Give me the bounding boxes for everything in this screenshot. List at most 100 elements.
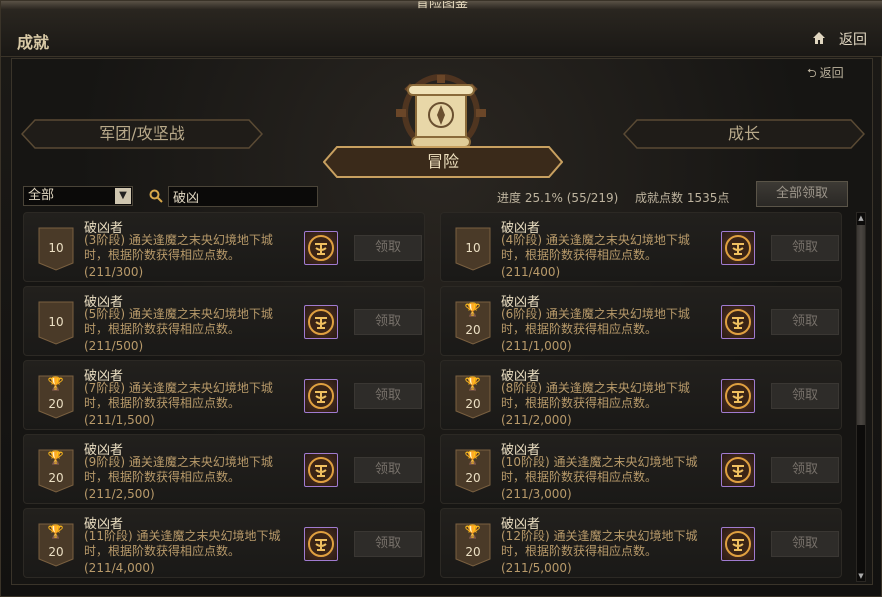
achievement-card: 🏆 20 破凶者 (11阶段) 通关逢魔之末央幻境地下城时，根据阶数获得相应点数。 (2…	[23, 508, 425, 578]
reward-emblem-icon[interactable]	[304, 527, 338, 561]
reward-emblem-icon[interactable]	[304, 231, 338, 265]
reward-emblem-icon[interactable]	[304, 379, 338, 413]
list-scrollbar[interactable]: ▲ ▼	[856, 212, 866, 582]
achievement-progress: (211/1,500)	[84, 413, 155, 427]
trophy-icon: 🏆	[47, 377, 65, 392]
points-value: 20	[465, 323, 481, 337]
achievement-desc: (9阶段) 通关逢魔之末央幻境地下城时，根据阶数获得相应点数。	[84, 455, 273, 484]
achievement-progress: (211/1,000)	[501, 339, 572, 353]
reward-emblem-icon[interactable]	[721, 379, 755, 413]
achievement-card: 🏆 20 破凶者 (12阶段) 通关逢魔之末央幻境地下城时，根据阶数获得相应点数。 (2…	[440, 508, 842, 578]
page-title: 成就	[17, 33, 50, 52]
achievement-progress: (211/400)	[501, 265, 561, 279]
points-badge: 10	[38, 301, 74, 345]
category-filter-select[interactable]: 全部 ▼	[23, 186, 133, 206]
scrollbar-thumb[interactable]	[857, 225, 865, 425]
claim-button[interactable]: 领取	[771, 235, 839, 261]
panel-back-label: 返回	[819, 66, 844, 80]
trophy-icon: 🏆	[464, 525, 482, 540]
achievement-card: 10 破凶者 (4阶段) 通关逢魔之末央幻境地下城时，根据阶数获得相应点数。 (211…	[440, 212, 842, 282]
trophy-icon: 🏆	[47, 451, 65, 466]
points-text: 成就点数 1535点	[635, 191, 730, 205]
window-titlebar[interactable]: 冒险图鉴	[1, 1, 882, 9]
search-input[interactable]	[168, 186, 318, 207]
achievement-desc: (4阶段) 通关逢魔之末央幻境地下城时，根据阶数获得相应点数。	[501, 233, 690, 262]
chevron-down-icon[interactable]: ▼	[115, 188, 131, 204]
claim-button[interactable]: 领取	[771, 457, 839, 483]
achievement-card: 🏆 20 破凶者 (6阶段) 通关逢魔之末央幻境地下城时，根据阶数获得相应点数。 (21…	[440, 286, 842, 356]
filter-selected-value: 全部	[28, 188, 55, 203]
reward-emblem-icon[interactable]	[721, 305, 755, 339]
tab-adventure[interactable]: 冒险	[323, 146, 563, 178]
trophy-icon: 🏆	[47, 525, 65, 540]
achievement-card: 🏆 20 破凶者 (8阶段) 通关逢魔之末央幻境地下城时，根据阶数获得相应点数。 (21…	[440, 360, 842, 430]
claim-button[interactable]: 领取	[354, 309, 422, 335]
achievement-desc: (7阶段) 通关逢魔之末央幻境地下城时，根据阶数获得相应点数。	[84, 381, 273, 410]
points-value: 20	[465, 545, 481, 559]
achievement-desc: (8阶段) 通关逢魔之末央幻境地下城时，根据阶数获得相应点数。	[501, 381, 690, 410]
claim-button[interactable]: 领取	[354, 531, 422, 557]
achievement-desc: (10阶段) 通关逢魔之末央幻境地下城时，根据阶数获得相应点数。	[501, 455, 698, 484]
points-badge: 10	[38, 227, 74, 271]
tab-growth[interactable]: 成长	[623, 119, 865, 149]
claim-button[interactable]: 领取	[771, 531, 839, 557]
search-icon	[149, 189, 163, 207]
claim-button[interactable]: 领取	[354, 235, 422, 261]
achievement-desc: (5阶段) 通关逢魔之末央幻境地下城时，根据阶数获得相应点数。	[84, 307, 273, 336]
panel-back-button[interactable]: ⮌ 返回	[807, 64, 844, 85]
points-value: 10	[465, 241, 481, 255]
achievement-desc: (11阶段) 通关逢魔之末央幻境地下城时，根据阶数获得相应点数。	[84, 529, 281, 558]
achievement-progress: (211/4,000)	[84, 561, 155, 575]
achievement-card: 🏆 20 破凶者 (9阶段) 通关逢魔之末央幻境地下城时，根据阶数获得相应点数。 (21…	[23, 434, 425, 504]
header-bar: 成就 返回	[1, 9, 882, 57]
tab-legion-siege-label: 军团/攻坚战	[99, 124, 185, 143]
trophy-icon: 🏆	[464, 303, 482, 318]
achievement-progress: (211/5,000)	[501, 561, 572, 575]
claim-button[interactable]: 领取	[771, 383, 839, 409]
points-badge: 10	[455, 227, 491, 271]
points-badge: 🏆 20	[455, 301, 491, 345]
home-icon[interactable]	[812, 31, 826, 45]
reward-emblem-icon[interactable]	[721, 527, 755, 561]
claim-button[interactable]: 领取	[354, 383, 422, 409]
return-arrow-icon: ⮌	[807, 66, 817, 80]
points-badge: 🏆 20	[38, 449, 74, 493]
achievement-card: 10 破凶者 (3阶段) 通关逢魔之末央幻境地下城时，根据阶数获得相应点数。 (211…	[23, 212, 425, 282]
tab-growth-label: 成长	[727, 124, 760, 143]
header-back-button[interactable]: 返回	[839, 29, 867, 49]
claim-all-button[interactable]: 全部领取	[756, 181, 848, 207]
points-badge: 🏆 20	[38, 523, 74, 567]
achievement-card: 🏆 20 破凶者 (7阶段) 通关逢魔之末央幻境地下城时，根据阶数获得相应点数。 (21…	[23, 360, 425, 430]
points-badge: 🏆 20	[38, 375, 74, 419]
claim-button[interactable]: 领取	[771, 309, 839, 335]
reward-emblem-icon[interactable]	[721, 231, 755, 265]
points-value: 20	[48, 397, 64, 411]
achievement-desc: (12阶段) 通关逢魔之末央幻境地下城时，根据阶数获得相应点数。	[501, 529, 698, 558]
reward-emblem-icon[interactable]	[721, 453, 755, 487]
achievement-card: 🏆 20 破凶者 (10阶段) 通关逢魔之末央幻境地下城时，根据阶数获得相应点数。 (2…	[440, 434, 842, 504]
points-badge: 🏆 20	[455, 523, 491, 567]
trophy-icon: 🏆	[464, 451, 482, 466]
trophy-icon: 🏆	[464, 377, 482, 392]
tab-legion-siege[interactable]: 军团/攻坚战	[21, 119, 263, 149]
achievement-desc: (3阶段) 通关逢魔之末央幻境地下城时，根据阶数获得相应点数。	[84, 233, 273, 262]
points-badge: 🏆 20	[455, 375, 491, 419]
achievement-window: 冒险图鉴 成就 返回 ⮌ 返回 军团/攻坚战 成长 冒险 全部 ▼ 破凶 进度 …	[0, 0, 882, 597]
window-title: 冒险图鉴	[415, 1, 468, 9]
scroll-down-icon[interactable]: ▼	[857, 571, 865, 581]
points-value: 20	[465, 397, 481, 411]
reward-emblem-icon[interactable]	[304, 453, 338, 487]
points-badge: 🏆 20	[455, 449, 491, 493]
points-value: 20	[48, 471, 64, 485]
achievement-progress: (211/300)	[84, 265, 144, 279]
achievement-progress: (211/3,000)	[501, 487, 572, 501]
reward-emblem-icon[interactable]	[304, 305, 338, 339]
claim-button[interactable]: 领取	[354, 457, 422, 483]
achievement-progress: (211/2,000)	[501, 413, 572, 427]
points-value: 10	[48, 241, 64, 255]
scroll-up-icon[interactable]: ▲	[857, 213, 865, 223]
points-value: 20	[48, 545, 64, 559]
achievement-card: 10 破凶者 (5阶段) 通关逢魔之末央幻境地下城时，根据阶数获得相应点数。 (211…	[23, 286, 425, 356]
points-value: 20	[465, 471, 481, 485]
adventure-scroll-emblem	[386, 71, 496, 152]
